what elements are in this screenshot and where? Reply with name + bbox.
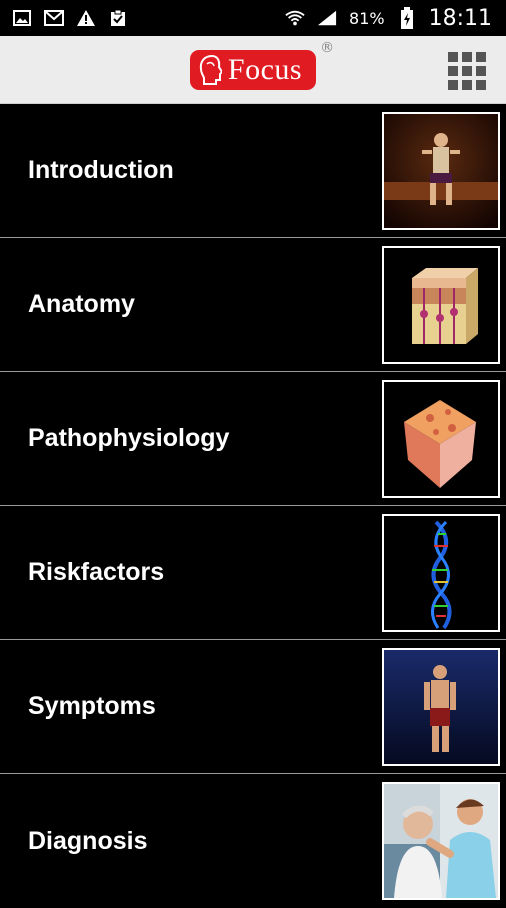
apps-grid-icon [448,52,486,90]
image-icon [12,9,32,27]
menu-item-label: Anatomy [28,290,135,318]
menu-item-label: Symptoms [28,692,156,720]
signal-icon [317,9,337,27]
menu-item-diagnosis[interactable]: Diagnosis [0,774,506,908]
apps-grid-button[interactable] [448,52,486,90]
focus-logo: Focus ® [189,40,334,90]
skin-layers-thumbnail [382,245,500,364]
topic-menu: Introduction Anatomy Pathophysiology Ris… [0,104,506,908]
doctor-patient-thumbnail [382,782,500,900]
status-bar: 81% 18:11 [0,0,506,36]
menu-item-pathophysiology[interactable]: Pathophysiology [0,372,506,506]
head-profile-icon [199,54,222,85]
system-indicators: 81% 18:11 [285,6,492,31]
standing-man-thumbnail [382,647,500,766]
wifi-icon [285,9,305,27]
menu-item-label: Riskfactors [28,558,165,586]
logo-text: Focus [227,52,303,86]
menu-item-label: Pathophysiology [28,424,230,452]
app-bar: Focus ® [0,36,506,104]
menu-item-introduction[interactable]: Introduction [0,104,506,238]
menu-item-label: Diagnosis [28,826,148,855]
gmail-icon [44,9,64,27]
seated-man-thumbnail [382,111,500,230]
dna-helix-thumbnail [382,513,500,632]
menu-item-symptoms[interactable]: Symptoms [0,640,506,774]
menu-item-riskfactors[interactable]: Riskfactors [0,506,506,640]
skin-cube-thumbnail [382,379,500,498]
menu-item-label: Introduction [28,156,174,184]
clock: 18:11 [428,5,492,31]
notification-icons [12,9,128,27]
menu-item-anatomy[interactable]: Anatomy [0,238,506,372]
registered-mark: ® [320,39,335,56]
battery-percent: 81% [349,8,385,28]
battery-charging-icon [397,7,417,29]
clipboard-check-icon [108,9,128,27]
warning-icon [76,9,96,27]
